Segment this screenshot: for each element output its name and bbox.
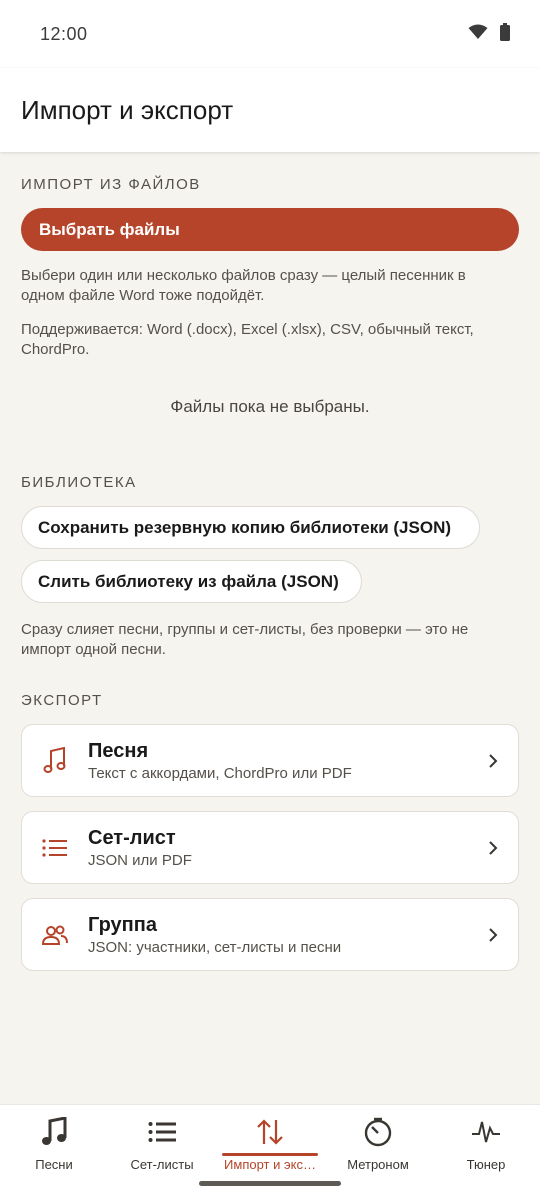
export-group-title: Группа: [88, 914, 157, 936]
nav-item-tuner[interactable]: Тюнер: [432, 1105, 540, 1200]
export-group-card[interactable]: Группа JSON: участники, сет-листы и песн…: [21, 898, 519, 971]
status-icons: [468, 22, 510, 46]
nav-label-metronome: Метроном: [347, 1157, 409, 1172]
merge-library-button[interactable]: Слить библиотеку из файла (JSON): [21, 560, 362, 603]
export-section-label: ЭКСПОРТ: [21, 692, 103, 709]
export-song-title: Песня: [88, 740, 149, 762]
battery-icon: [500, 22, 510, 46]
library-section-label: БИБЛИОТЕКА: [21, 474, 137, 491]
export-setlist-title: Сет-лист: [88, 827, 176, 849]
wifi-icon: [468, 24, 488, 45]
nav-label-import-export: Импорт и экс…: [224, 1157, 316, 1172]
import-section-label: ИМПОРТ ИЗ ФАЙЛОВ: [21, 176, 201, 193]
choose-files-button[interactable]: Выбрать файлы: [21, 208, 519, 251]
nav-label-tuner: Тюнер: [466, 1157, 506, 1172]
files-empty-state: Файлы пока не выбраны.: [170, 397, 370, 416]
status-bar: 12:00: [0, 0, 540, 68]
nav-label-songs: Песни: [35, 1157, 73, 1172]
export-setlist-subtitle: JSON или PDF: [88, 852, 192, 869]
list-icon: [22, 838, 88, 858]
music-note-icon: [41, 1115, 67, 1149]
people-icon: [22, 924, 88, 946]
chevron-right-icon: [468, 753, 518, 769]
chevron-right-icon: [468, 927, 518, 943]
tuner-icon: [471, 1115, 501, 1149]
library-helper-text: Сразу слияет песни, группы и сет-листы, …: [21, 621, 469, 658]
status-time: 12:00: [40, 23, 88, 44]
chevron-right-icon: [468, 840, 518, 856]
music-note-icon: [22, 746, 88, 775]
list-icon: [148, 1115, 176, 1149]
active-tab-indicator: [222, 1153, 318, 1156]
export-song-card[interactable]: Песня Текст с аккордами, ChordPro или PD…: [21, 724, 519, 797]
nav-label-setlists: Сет-листы: [130, 1157, 194, 1172]
nav-item-songs[interactable]: Песни: [0, 1105, 108, 1200]
nav-item-metronome[interactable]: Метроном: [324, 1105, 432, 1200]
export-song-subtitle: Текст с аккордами, ChordPro или PDF: [88, 765, 352, 782]
backup-library-button[interactable]: Сохранить резервную копию библиотеки (JS…: [21, 506, 480, 549]
metronome-icon: [363, 1115, 393, 1149]
app-bar: Импорт и экспорт: [0, 68, 540, 152]
page-title: Импорт и экспорт: [21, 94, 234, 125]
export-group-subtitle: JSON: участники, сет-листы и песни: [88, 939, 342, 956]
swap-vertical-icon: [255, 1115, 285, 1149]
import-helper-text: Выбери один или несколько файлов сразу —…: [21, 267, 466, 304]
export-setlist-card[interactable]: Сет-лист JSON или PDF: [21, 811, 519, 884]
supported-formats-text: Поддерживается: Word (.docx), Excel (.xl…: [21, 321, 474, 358]
content[interactable]: ИМПОРТ ИЗ ФАЙЛОВ Выбрать файлы Выбери од…: [0, 152, 540, 1104]
home-indicator: [199, 1181, 341, 1186]
